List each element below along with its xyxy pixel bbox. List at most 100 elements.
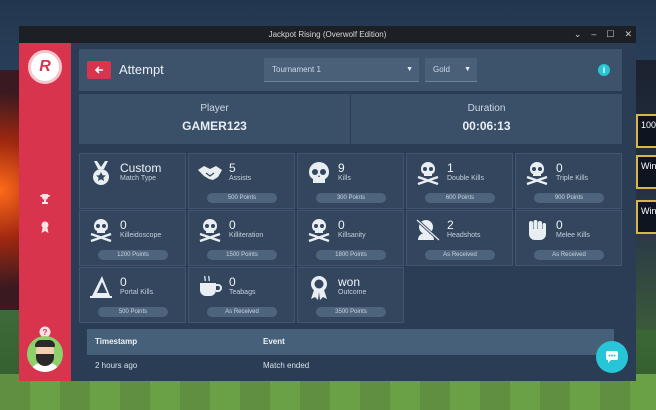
background-stadium-left	[0, 70, 20, 310]
skull-crossbones-icon	[306, 217, 332, 243]
tier-select-value: Gold	[433, 65, 450, 74]
player-label: Player	[200, 103, 229, 114]
stat-tile-killeidoscope: 0 Killeidoscope 1200 Points	[79, 210, 186, 266]
stat-tile-kills: 9 Kills 300 Points	[297, 153, 404, 209]
medal-icon[interactable]	[19, 221, 71, 236]
chevron-down-icon: ▼	[406, 66, 413, 73]
chevron-down-icon: ▼	[464, 66, 471, 73]
maximize-button[interactable]: ☐	[606, 26, 614, 43]
points-badge: 1200 Points	[98, 250, 168, 260]
stat-label: Killiteration	[229, 232, 264, 239]
cell-event: Match ended	[263, 361, 310, 370]
trophy-icon[interactable]	[19, 193, 71, 208]
app-window: Jackpot Rising (Overwolf Edition) ⌄ – ☐ …	[19, 26, 636, 381]
stat-label: Outcome	[338, 289, 367, 296]
stat-tile-killsanity: 0 Killsanity 1800 Points	[297, 210, 404, 266]
background-badge: Win	[636, 200, 656, 234]
skull-crossbones-icon	[197, 217, 223, 243]
app-logo-letter: R	[39, 58, 51, 75]
stat-label: Melee Kills	[556, 232, 590, 239]
skull-crossbones-icon	[88, 217, 114, 243]
app-logo[interactable]: R	[28, 50, 62, 84]
cell-timestamp: 2 hours ago	[95, 361, 138, 370]
fist-icon	[524, 217, 550, 243]
medal-icon	[88, 160, 114, 186]
back-button[interactable]	[87, 61, 111, 79]
points-badge: 500 Points	[98, 307, 168, 317]
skull-icon	[306, 160, 332, 186]
stat-tile-outcome: won Outcome 3500 Points	[297, 267, 404, 323]
stat-tile-match-type: Custom Match Type	[79, 153, 186, 209]
chat-button[interactable]	[596, 341, 628, 373]
points-badge: 1800 Points	[316, 250, 386, 260]
close-button[interactable]: ✕	[624, 26, 632, 43]
points-badge: 900 Points	[534, 193, 604, 203]
stat-value: 5	[229, 161, 236, 175]
player-summary: Player GAMER123	[79, 94, 350, 144]
stat-label: Headshots	[447, 232, 481, 239]
stat-value: 0	[229, 275, 236, 289]
tier-select[interactable]: Gold ▼	[425, 58, 477, 82]
stat-label: Teabags	[229, 289, 256, 296]
window-controls: ⌄ – ☐ ✕	[574, 26, 632, 43]
points-badge: As Received	[534, 250, 604, 260]
summary-panel: Player GAMER123 Duration 00:06:13	[79, 94, 622, 144]
stat-label: Triple Kills	[556, 175, 589, 182]
stat-tile-melee-kills: 0 Melee Kills As Received	[515, 210, 622, 266]
table-header: Timestamp Event	[87, 329, 614, 355]
background-badge: 100	[636, 114, 656, 148]
window-title: Jackpot Rising (Overwolf Edition)	[268, 30, 387, 39]
table-row: 2 hours ago Match ended	[87, 355, 614, 377]
background-badge: Win	[636, 155, 656, 189]
duration-summary: Duration 00:06:13	[351, 94, 622, 144]
stat-value: 0	[556, 161, 563, 175]
column-header-timestamp[interactable]: Timestamp	[95, 329, 137, 355]
points-badge: As Received	[207, 307, 277, 317]
stat-value: 0	[556, 218, 563, 232]
stat-tile-triple-kills: 0 Triple Kills 900 Points	[515, 153, 622, 209]
stat-tile-teabags: 0 Teabags As Received	[188, 267, 295, 323]
stat-tile-portal-kills: 0 Portal Kills 500 Points	[79, 267, 186, 323]
player-value: GAMER123	[182, 119, 247, 133]
stat-label: Match Type	[120, 175, 157, 182]
points-badge: 1500 Points	[207, 250, 277, 260]
stat-tile-assists: 5 Assists 500 Points	[188, 153, 295, 209]
points-badge: As Received	[425, 250, 495, 260]
tournament-select[interactable]: Tournament 1 ▼	[264, 58, 419, 82]
tournament-select-value: Tournament 1	[272, 65, 321, 74]
stat-label: Kills	[338, 175, 351, 182]
dropdown-window-icon[interactable]: ⌄	[574, 26, 582, 43]
skull-crossbones-icon	[415, 160, 441, 186]
info-icon[interactable]: i	[598, 64, 610, 76]
stat-label: Portal Kills	[120, 289, 154, 296]
stat-value: 2	[447, 218, 454, 232]
points-badge: 500 Points	[207, 193, 277, 203]
title-bar: Jackpot Rising (Overwolf Edition) ⌄ – ☐ …	[19, 26, 636, 43]
user-avatar[interactable]	[27, 336, 63, 372]
stat-value: Custom	[120, 161, 162, 175]
stat-value: 9	[338, 161, 345, 175]
stat-value: 0	[120, 218, 127, 232]
duration-label: Duration	[467, 103, 506, 114]
headshot-icon	[415, 217, 441, 243]
duration-value: 00:06:13	[462, 119, 511, 133]
sidebar: R ?	[19, 43, 71, 381]
events-table: Timestamp Event 2 hours ago Match ended	[87, 329, 614, 377]
stat-label: Assists	[229, 175, 252, 182]
minimize-button[interactable]: –	[591, 26, 596, 43]
stat-label: Double Kills	[447, 175, 484, 182]
points-badge: 600 Points	[425, 193, 495, 203]
main-content: Attempt Tournament 1 ▼ Gold ▼ i Player G…	[79, 49, 622, 381]
column-header-event[interactable]: Event	[263, 329, 285, 355]
stat-value: 0	[229, 218, 236, 232]
skull-crossbones-icon	[524, 160, 550, 186]
points-badge: 3500 Points	[316, 307, 386, 317]
stat-value: won	[338, 275, 361, 289]
portal-icon	[88, 274, 114, 300]
stat-tile-killiteration: 0 Killiteration 1500 Points	[188, 210, 295, 266]
stat-label: Killeidoscope	[120, 232, 162, 239]
stat-value: 0	[338, 218, 345, 232]
page-title: Attempt	[119, 62, 164, 77]
teacup-icon	[197, 274, 223, 300]
handshake-icon	[197, 160, 223, 186]
